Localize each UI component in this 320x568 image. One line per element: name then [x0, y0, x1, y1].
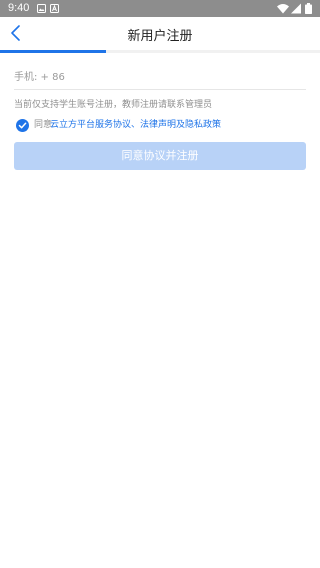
gallery-icon	[37, 4, 46, 13]
signal-icon	[291, 3, 301, 14]
status-bar: 9:40	[0, 0, 320, 17]
phone-input[interactable]	[14, 62, 306, 89]
progress-bar	[0, 50, 320, 53]
progress-bar-fill	[0, 50, 106, 53]
page-title: 新用户注册	[127, 29, 193, 44]
header: 新用户注册	[0, 17, 320, 50]
agreement-checkbox[interactable]	[16, 119, 29, 132]
registration-hint: 当前仅支持学生账号注册，教师注册请联系管理员	[14, 100, 213, 110]
agree-and-register-button[interactable]: 同意协议并注册	[14, 142, 306, 170]
battery-icon	[305, 3, 312, 14]
status-time: 9:40	[8, 2, 30, 14]
checkmark-icon	[18, 122, 27, 129]
agreement-link[interactable]: 云立方平台服务协议、法律声明及隐私政策	[50, 118, 221, 133]
phone-field: 手机: + 86	[14, 62, 306, 90]
wifi-icon	[277, 4, 289, 14]
app-notification-icon	[50, 4, 59, 13]
